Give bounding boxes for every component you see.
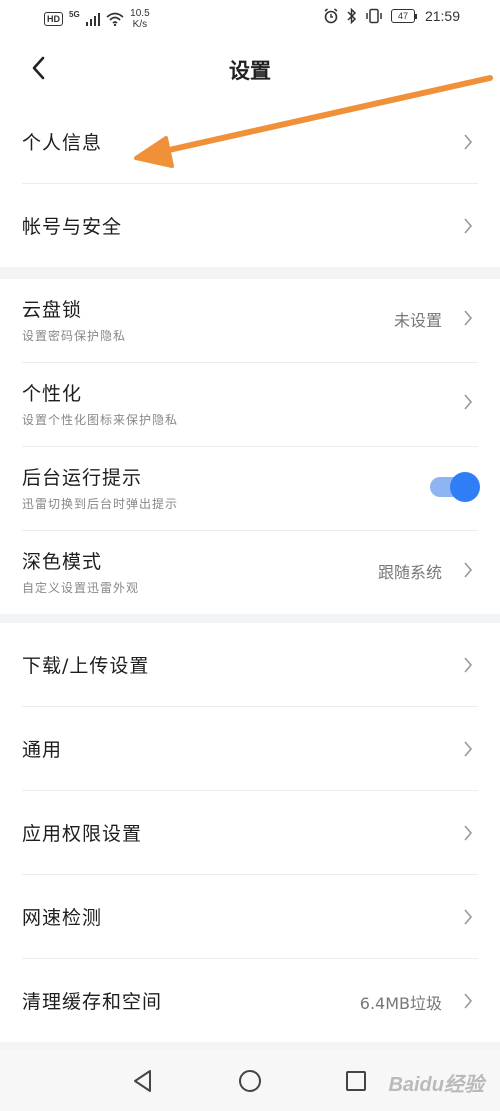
watermark: Baidu经验 (388, 1074, 484, 1096)
settings-row-dark-mode[interactable]: 深色模式 自定义设置迅雷外观 跟随系统 (22, 531, 478, 614)
chevron-right-icon (464, 310, 473, 326)
chevron-right-icon (464, 741, 473, 757)
row-value: 6.4MB垃圾 (359, 994, 442, 1013)
bluetooth-icon (347, 8, 357, 24)
nav-recents-icon[interactable] (343, 1068, 369, 1094)
alarm-icon (324, 8, 338, 24)
row-title: 后台运行提示 (22, 467, 143, 489)
row-title: 应用权限设置 (22, 823, 143, 845)
row-subtitle: 自定义设置迅雷外观 (22, 581, 140, 595)
row-value: 跟随系统 (377, 563, 442, 582)
settings-group-general: 下载/上传设置 通用 应用权限设置 网速检测 清理缓存和空间 6.4MB垃圾 (0, 623, 500, 1042)
settings-group-account: 个人信息 帐号与安全 (0, 100, 500, 267)
hd-badge: HD (44, 12, 63, 26)
network-type: 5G (69, 9, 80, 19)
network-speed: 10.5 K/s (130, 8, 150, 30)
row-subtitle: 设置个性化图标来保护隐私 (22, 413, 179, 427)
settings-row-account-security[interactable]: 帐号与安全 (22, 184, 478, 267)
row-subtitle: 设置密码保护隐私 (22, 329, 127, 343)
chevron-right-icon (464, 909, 473, 925)
header: 设置 (0, 36, 500, 100)
row-title: 个性化 (22, 383, 83, 405)
settings-row-transfer-settings[interactable]: 下载/上传设置 (22, 623, 478, 707)
battery-icon: 47 (390, 9, 417, 23)
row-title: 清理缓存和空间 (22, 991, 163, 1013)
row-title: 深色模式 (22, 551, 103, 573)
row-title: 下载/上传设置 (22, 655, 150, 677)
row-title: 云盘锁 (22, 299, 83, 321)
status-bar: HD 5G 10.5 K/s 47 21:59 (0, 0, 500, 36)
signal-icon (85, 12, 101, 26)
chevron-right-icon (464, 562, 473, 578)
page-title: 设置 (229, 59, 271, 83)
settings-group-privacy: 云盘锁 设置密码保护隐私 未设置 个性化 设置个性化图标来保护隐私 后台运行提示… (0, 279, 500, 614)
settings-row-cloud-lock[interactable]: 云盘锁 设置密码保护隐私 未设置 (22, 279, 478, 363)
row-title: 通用 (22, 739, 63, 761)
vibrate-icon (366, 8, 382, 24)
settings-row-clear-cache[interactable]: 清理缓存和空间 6.4MB垃圾 (22, 959, 478, 1042)
chevron-right-icon (464, 394, 473, 410)
nav-back-icon[interactable] (130, 1068, 156, 1094)
nav-home-icon[interactable] (237, 1068, 263, 1094)
row-title: 网速检测 (22, 907, 103, 929)
chevron-right-icon (464, 993, 473, 1009)
chevron-right-icon (464, 657, 473, 673)
settings-row-speed-test[interactable]: 网速检测 (22, 875, 478, 959)
background-notice-toggle[interactable] (430, 471, 480, 503)
settings-row-personal-info[interactable]: 个人信息 (22, 100, 478, 184)
settings-row-general[interactable]: 通用 (22, 707, 478, 791)
clock: 21:59 (424, 8, 460, 24)
chevron-right-icon (464, 825, 473, 841)
row-title: 个人信息 (22, 132, 103, 154)
settings-row-background-notice: 后台运行提示 迅雷切换到后台时弹出提示 (22, 447, 480, 531)
row-value: 未设置 (393, 311, 442, 330)
row-title: 帐号与安全 (22, 216, 123, 238)
row-subtitle: 迅雷切换到后台时弹出提示 (22, 497, 179, 511)
wifi-icon (106, 12, 124, 26)
chevron-right-icon (464, 218, 473, 234)
settings-row-app-permissions[interactable]: 应用权限设置 (22, 791, 478, 875)
chevron-right-icon (464, 134, 473, 150)
system-nav-bar: Baidu经验 (0, 1050, 500, 1111)
settings-row-personalization[interactable]: 个性化 设置个性化图标来保护隐私 (22, 363, 478, 447)
